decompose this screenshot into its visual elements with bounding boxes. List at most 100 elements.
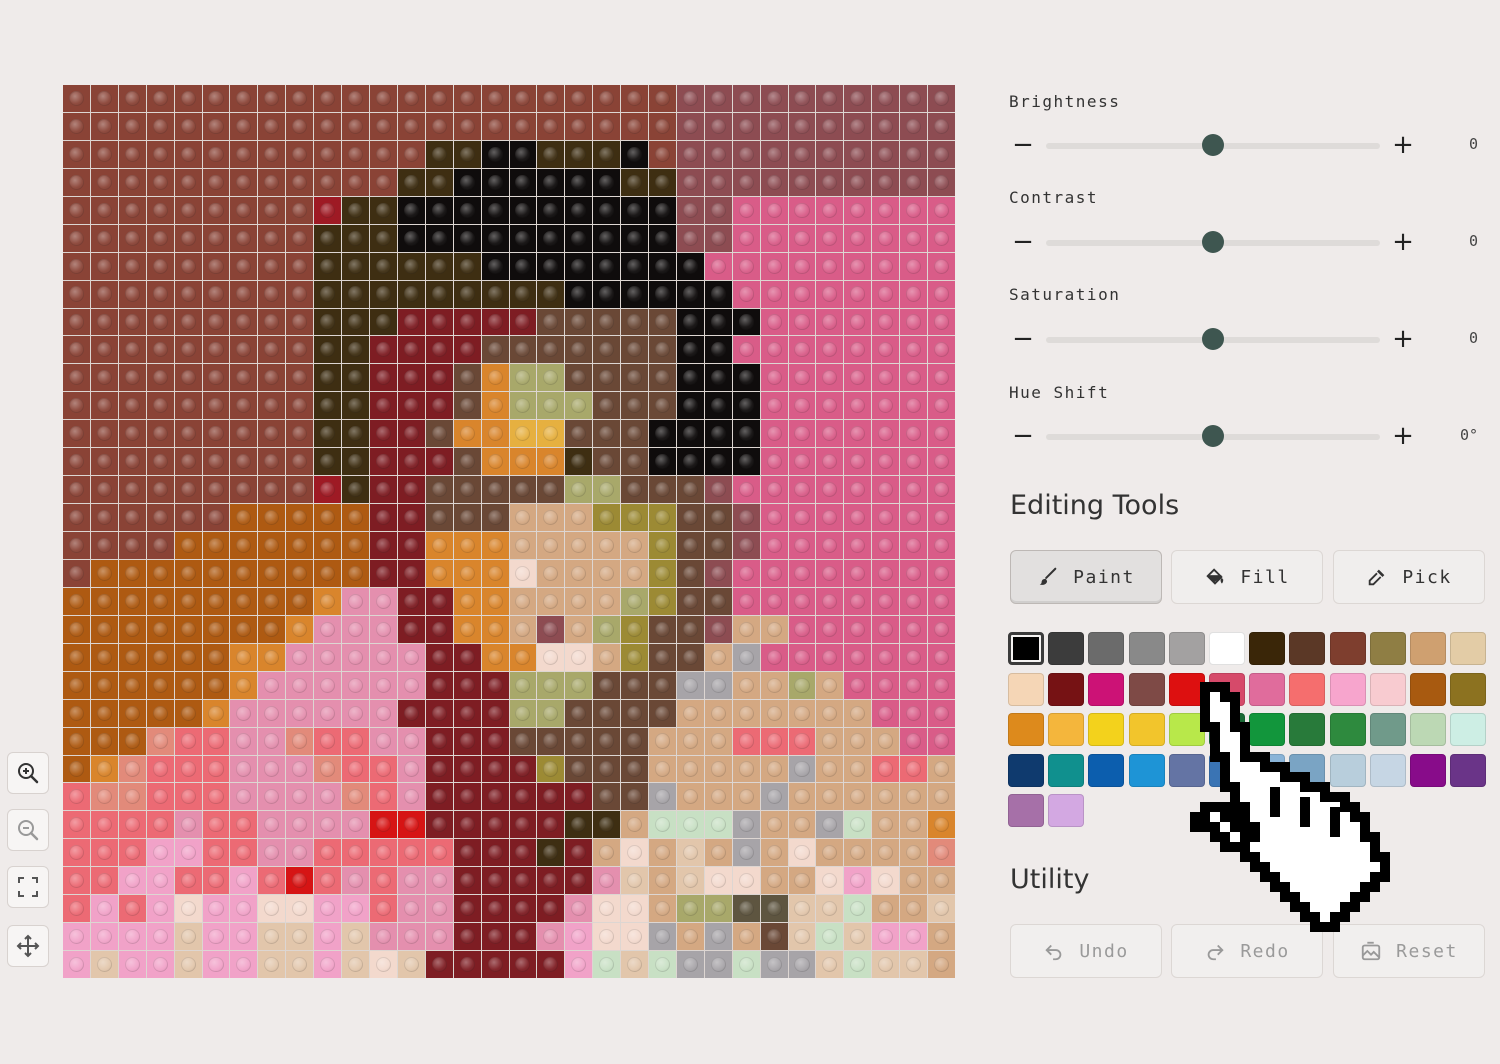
color-swatch[interactable] [1048,672,1085,706]
mosaic-brick[interactable] [593,559,621,587]
mosaic-brick[interactable] [342,85,369,112]
mosaic-brick[interactable] [342,420,369,448]
mosaic-brick[interactable] [286,783,314,811]
mosaic-brick[interactable] [788,476,816,504]
mosaic-brick[interactable] [397,196,425,224]
mosaic-brick[interactable] [481,85,509,112]
mosaic-brick[interactable] [649,476,676,504]
mosaic-brick[interactable] [118,867,146,895]
mosaic-brick[interactable] [342,504,369,531]
mosaic-brick[interactable] [565,839,593,867]
mosaic-brick[interactable] [314,615,342,643]
mosaic-brick[interactable] [481,951,509,978]
mosaic-brick[interactable] [481,252,509,280]
mosaic-brick[interactable] [649,755,676,783]
mosaic-brick[interactable] [425,559,453,587]
mosaic-brick[interactable] [90,811,118,839]
mosaic-brick[interactable] [286,280,314,308]
mosaic-brick[interactable] [760,951,788,978]
mosaic-brick[interactable] [621,727,649,755]
mosaic-brick[interactable] [481,168,509,196]
mosaic-brick[interactable] [928,364,955,392]
mosaic-brick[interactable] [146,783,174,811]
mosaic-brick[interactable] [342,532,369,559]
color-swatch[interactable] [1329,632,1366,665]
mosaic-brick[interactable] [342,196,369,224]
mosaic-brick[interactable] [844,532,872,559]
mosaic-brick[interactable] [118,392,146,420]
mosaic-brick[interactable] [90,476,118,504]
mosaic-brick[interactable] [537,643,565,671]
mosaic-brick[interactable] [230,727,258,755]
mosaic-brick[interactable] [230,532,258,559]
mosaic-brick[interactable] [900,839,928,867]
mosaic-brick[interactable] [342,224,369,252]
mosaic-brick[interactable] [174,308,202,336]
mosaic-brick[interactable] [621,224,649,252]
mosaic-brick[interactable] [565,420,593,448]
saturation-knob[interactable] [1202,328,1224,350]
mosaic-brick[interactable] [258,895,286,923]
mosaic-brick[interactable] [676,867,704,895]
mosaic-brick[interactable] [202,196,230,224]
mosaic-brick[interactable] [537,336,565,364]
mosaic-brick[interactable] [928,448,955,476]
mosaic-brick[interactable] [816,615,844,643]
mosaic-brick[interactable] [704,951,732,978]
mosaic-brick[interactable] [286,699,314,727]
mosaic-brick[interactable] [369,280,397,308]
mosaic-brick[interactable] [314,895,342,923]
mosaic-brick[interactable] [788,587,816,615]
mosaic-brick[interactable] [453,140,481,168]
mosaic-brick[interactable] [230,587,258,615]
mosaic-brick[interactable] [816,196,844,224]
mosaic-brick[interactable] [788,112,816,140]
mosaic-brick[interactable] [286,643,314,671]
mosaic-brick[interactable] [230,224,258,252]
mosaic-brick[interactable] [760,476,788,504]
mosaic-brick[interactable] [63,308,90,336]
mosaic-brick[interactable] [202,615,230,643]
mosaic-brick[interactable] [258,811,286,839]
mosaic-brick[interactable] [928,783,955,811]
mosaic-brick[interactable] [676,755,704,783]
mosaic-brick[interactable] [872,811,900,839]
mosaic-brick[interactable] [760,392,788,420]
mosaic-brick[interactable] [397,811,425,839]
mosaic-brick[interactable] [118,308,146,336]
mosaic-brick[interactable] [788,364,816,392]
mosaic-brick[interactable] [704,85,732,112]
mosaic-brick[interactable] [314,951,342,978]
mosaic-brick[interactable] [621,671,649,699]
mosaic-brick[interactable] [397,643,425,671]
mosaic-brick[interactable] [788,867,816,895]
mosaic-brick[interactable] [788,727,816,755]
mosaic-brick[interactable] [118,252,146,280]
mosaic-brick[interactable] [732,448,760,476]
mosaic-brick[interactable] [174,168,202,196]
mosaic-brick[interactable] [732,951,760,978]
mosaic-brick[interactable] [928,504,955,531]
mosaic-brick[interactable] [509,587,537,615]
mosaic-brick[interactable] [844,420,872,448]
mosaic-brick[interactable] [760,671,788,699]
mosaic-brick[interactable] [286,923,314,951]
mosaic-brick[interactable] [174,755,202,783]
mosaic-brick[interactable] [397,755,425,783]
redo-button[interactable]: Redo [1171,924,1323,978]
hue-shift-decrease-button[interactable]: − [1008,421,1038,451]
mosaic-brick[interactable] [286,811,314,839]
mosaic-brick[interactable] [593,196,621,224]
mosaic-brick[interactable] [146,420,174,448]
mosaic-brick[interactable] [900,643,928,671]
color-swatch[interactable] [1048,632,1085,665]
mosaic-brick[interactable] [397,224,425,252]
mosaic-brick[interactable] [509,895,537,923]
mosaic-brick[interactable] [397,727,425,755]
mosaic-brick[interactable] [397,895,425,923]
mosaic-brick[interactable] [342,699,369,727]
mosaic-brick[interactable] [816,699,844,727]
mosaic-brick[interactable] [816,532,844,559]
mosaic-brick[interactable] [146,336,174,364]
mosaic-brick[interactable] [258,224,286,252]
